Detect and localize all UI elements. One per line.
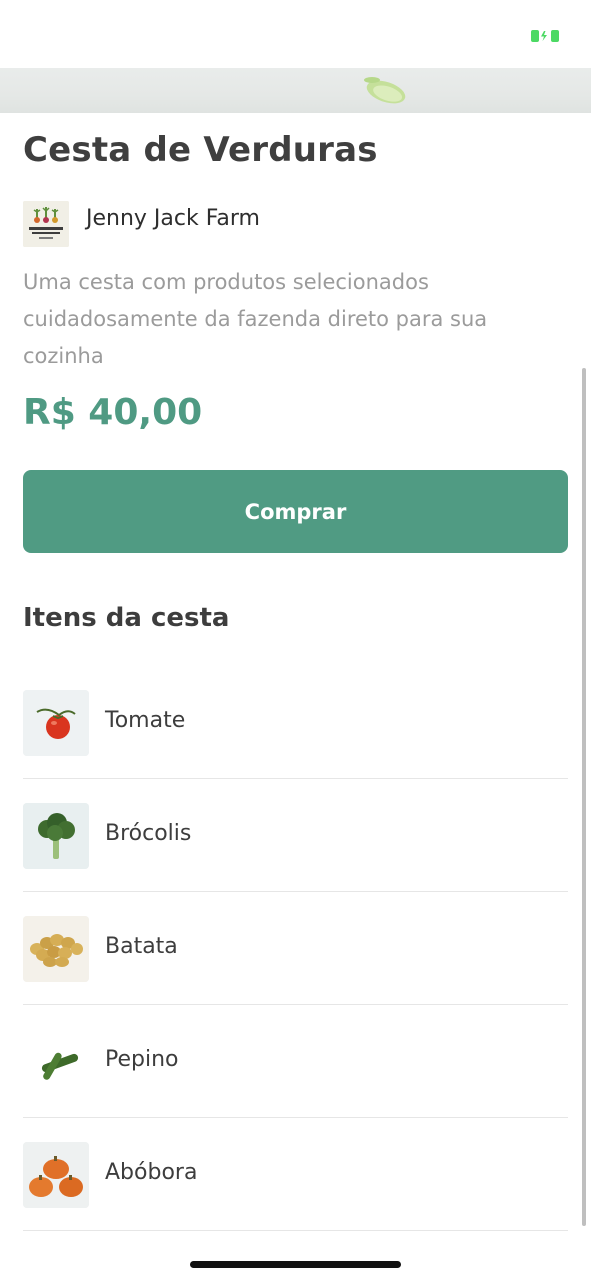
farm-logo	[23, 201, 69, 247]
page-title: Cesta de Verduras	[23, 130, 378, 170]
basket-section-title: Itens da cesta	[23, 603, 230, 633]
list-item-batata[interactable]: Batata	[23, 892, 568, 1005]
pumpkin-image	[23, 1142, 89, 1208]
hero-image	[0, 68, 591, 113]
farm-name[interactable]: Jenny Jack Farm	[86, 206, 260, 231]
jenny-jack-farm-logo	[23, 201, 69, 247]
home-indicator[interactable]	[190, 1261, 401, 1268]
cucumber-image	[23, 1029, 89, 1095]
item-label: Pepino	[105, 1047, 179, 1072]
item-label: Abóbora	[105, 1160, 198, 1185]
buy-button[interactable]: Comprar	[23, 470, 568, 553]
broccoli-image	[23, 803, 89, 869]
battery-charging-icon	[531, 30, 559, 42]
list-item-pepino[interactable]: Pepino	[23, 1005, 568, 1118]
tomato-image	[23, 690, 89, 756]
item-label: Tomate	[105, 708, 186, 733]
list-item-brocolis[interactable]: Brócolis	[23, 779, 568, 892]
potato-image	[23, 916, 89, 982]
leek-slice-image	[364, 77, 406, 104]
list-item-abobora[interactable]: Abóbora	[23, 1118, 568, 1231]
item-label: Brócolis	[105, 821, 192, 846]
item-label: Batata	[105, 934, 178, 959]
product-description: Uma cesta com produtos selecionados cuid…	[23, 270, 488, 368]
product-price: R$ 40,00	[23, 392, 203, 433]
scrollbar[interactable]	[582, 368, 586, 1226]
status-bar	[0, 0, 591, 70]
list-item-tomate[interactable]: Tomate	[23, 666, 568, 779]
basket-item-list: Tomate Brócolis Batata Pepino Abóbora	[23, 666, 568, 1231]
